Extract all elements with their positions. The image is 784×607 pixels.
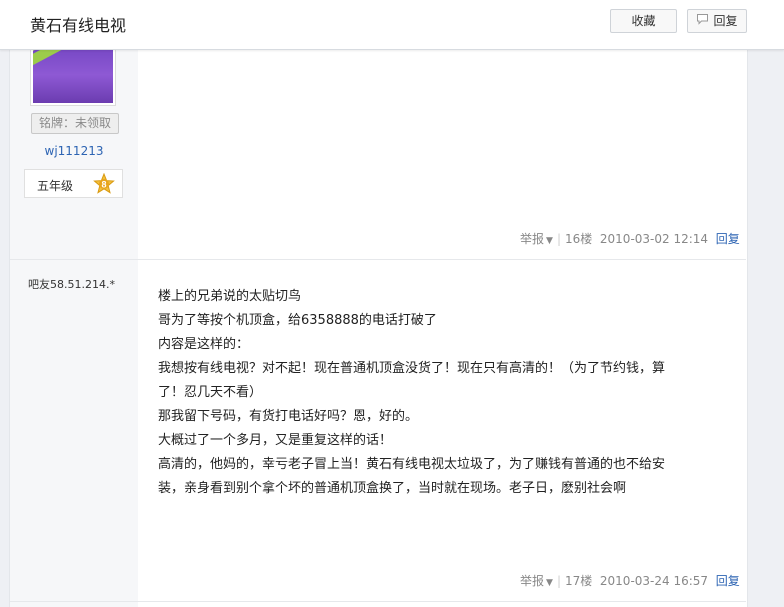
- post-line: 大概过了一个多月，又是重复这样的话！: [158, 433, 393, 448]
- post-line: 装，亲身看到别个拿个坏的普通机顶盒换了，当时就在现场。老子日，麽别社会啊: [158, 481, 627, 496]
- post-line: 了！忍几天不看）: [158, 385, 263, 400]
- level-label: 五年级: [37, 179, 74, 193]
- post-divider: [10, 601, 746, 602]
- post-line: 那我留下号码，有货打电话好吗？恩，好的。: [158, 409, 419, 424]
- collect-button[interactable]: 收藏: [610, 9, 677, 33]
- caret-down-icon: ▼: [546, 236, 553, 246]
- medal-label: 铭牌：未领取: [38, 116, 111, 130]
- reply-link[interactable]: 回复: [716, 232, 740, 246]
- post-line: 哥为了等按个机顶盒，给6358888的电话打破了: [158, 313, 437, 328]
- speech-bubble-icon: [696, 10, 709, 32]
- post-line: 楼上的兄弟说的太贴切鸟: [158, 289, 302, 304]
- post-content: 楼上的兄弟说的太贴切鸟 哥为了等按个机顶盒，给6358888的电话打破了 内容是…: [158, 285, 718, 501]
- post-time: 2010-03-02 12:14: [599, 232, 709, 246]
- post-time: 2010-03-24 16:57: [599, 574, 709, 588]
- post-footer: 举报 ▼ | 16楼 2010-03-02 12:14 回复: [520, 232, 740, 246]
- thread-header: 黄石有线电视 收藏 回复: [0, 0, 784, 50]
- reply-link[interactable]: 回复: [716, 574, 740, 588]
- post-line: 我想按有线电视？对不起！现在普通机顶盒没货了！现在只有高清的！（为了节约钱，算: [158, 361, 666, 376]
- report-link[interactable]: 举报 ▼: [520, 574, 553, 588]
- reply-label: 回复: [713, 14, 738, 28]
- level-box[interactable]: 五年级 8: [24, 169, 123, 198]
- author-username[interactable]: 吧友58.51.214.*: [28, 276, 115, 292]
- caret-down-icon: ▼: [546, 578, 553, 588]
- author-username[interactable]: wj111213: [10, 144, 138, 158]
- report-link[interactable]: 举报 ▼: [520, 232, 553, 246]
- level-number: 8: [101, 180, 106, 190]
- post-divider: [10, 259, 746, 260]
- floor-number: 16楼: [564, 232, 593, 246]
- reply-button[interactable]: 回复: [687, 9, 747, 33]
- medal-badge[interactable]: 铭牌：未领取: [31, 113, 119, 134]
- floor-number: 17楼: [564, 574, 593, 588]
- post-line: 高清的，他妈的，幸亏老子冒上当！黄石有线电视太垃圾了，为了赚钱有普通的也不给安: [158, 457, 666, 472]
- thread-title: 黄石有线电视: [30, 16, 127, 35]
- collect-label: 收藏: [631, 14, 656, 28]
- post-line: 内容是这样的：: [158, 337, 250, 352]
- star-badge-icon: 8: [93, 172, 115, 195]
- post-footer: 举报 ▼ | 17楼 2010-03-24 16:57 回复: [520, 574, 740, 588]
